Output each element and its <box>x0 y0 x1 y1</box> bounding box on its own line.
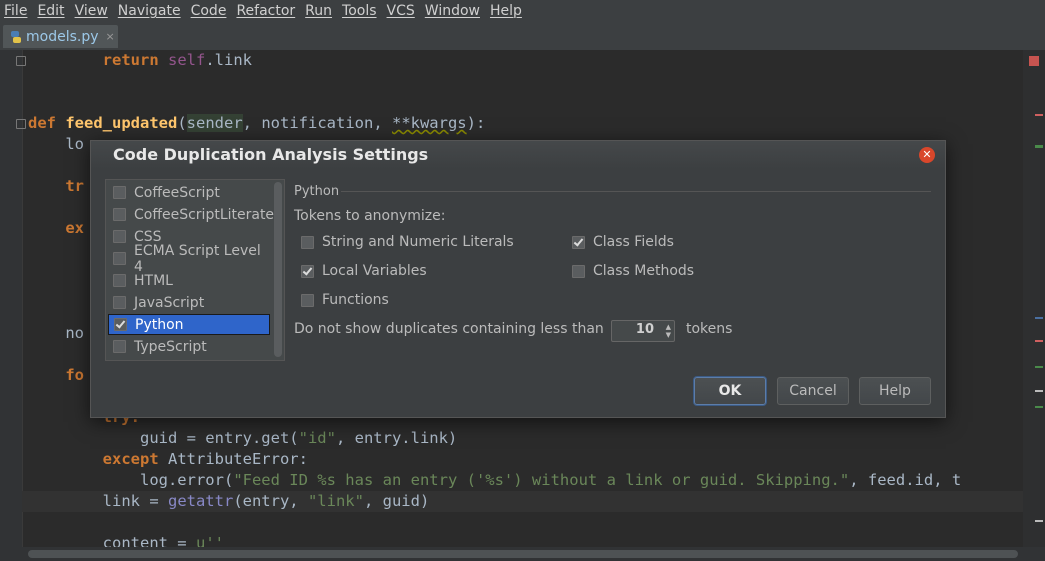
list-item-selected[interactable]: Python <box>108 314 270 335</box>
ok-button[interactable]: OK <box>694 377 766 405</box>
code-line: return self.link <box>102 51 252 69</box>
list-item[interactable]: HTML <box>108 270 268 291</box>
list-item[interactable]: ECMA Script Level 4 <box>108 243 268 275</box>
error-indicator-icon[interactable] <box>1029 56 1039 66</box>
checkbox[interactable] <box>113 296 126 309</box>
code-line: ex <box>65 219 84 237</box>
list-item[interactable]: TypeScript <box>108 336 268 357</box>
menu-refactor[interactable]: Refactor <box>231 3 300 19</box>
checkbox[interactable] <box>113 208 126 221</box>
help-button[interactable]: Help <box>859 377 931 405</box>
checkbox[interactable] <box>301 293 314 307</box>
menu-vcs[interactable]: VCS <box>382 3 420 19</box>
language-list[interactable]: CoffeeScript CoffeeScriptLiterate CSS EC… <box>105 179 285 361</box>
option-local-variables[interactable]: Local Variables <box>301 263 427 279</box>
dialog-title: Code Duplication Analysis Settings <box>113 145 429 164</box>
cancel-button[interactable]: Cancel <box>777 377 849 405</box>
checkbox[interactable] <box>572 235 585 249</box>
editor-tab-bar: models.py × <box>0 22 1045 51</box>
checkbox[interactable] <box>113 274 126 287</box>
tokens-label: Tokens to anonymize: <box>294 208 446 224</box>
checkbox[interactable] <box>113 186 126 199</box>
python-file-icon <box>9 30 23 44</box>
list-item[interactable]: JavaScript <box>108 292 268 313</box>
menu-help[interactable]: Help <box>485 3 527 19</box>
checkbox[interactable] <box>113 230 126 243</box>
dialog-titlebar[interactable]: Code Duplication Analysis Settings ✕ <box>91 141 945 169</box>
option-class-fields[interactable]: Class Fields <box>572 234 674 250</box>
checkbox[interactable] <box>113 340 126 353</box>
fold-marker-icon[interactable] <box>16 119 26 129</box>
close-icon[interactable]: ✕ <box>919 147 935 163</box>
code-line: log.error("Feed ID %s has an entry ('%s'… <box>139 471 962 489</box>
tokens-suffix: tokens <box>686 321 733 337</box>
option-string-numeric[interactable]: String and Numeric Literals <box>301 234 514 250</box>
stripe-marker[interactable] <box>1035 317 1043 319</box>
fold-marker-icon[interactable] <box>16 56 26 66</box>
stripe-marker[interactable] <box>1035 366 1043 368</box>
menu-code[interactable]: Code <box>186 3 232 19</box>
list-item[interactable]: CoffeeScriptLiterate <box>108 204 274 225</box>
close-icon[interactable]: × <box>106 30 115 43</box>
spinner-arrows-icon[interactable]: ▲ ▼ <box>666 323 671 339</box>
list-scrollbar[interactable] <box>274 182 282 357</box>
menu-file[interactable]: File <box>0 3 32 19</box>
stripe-marker[interactable] <box>1035 145 1043 148</box>
menu-tools[interactable]: Tools <box>337 3 382 19</box>
checkbox[interactable] <box>572 264 585 278</box>
checkbox[interactable] <box>113 252 126 265</box>
stripe-marker[interactable] <box>1035 520 1043 522</box>
code-line: tr <box>65 177 84 195</box>
menu-run[interactable]: Run <box>300 3 337 19</box>
code-line: fo <box>65 366 84 384</box>
code-line: no <box>65 324 84 342</box>
menu-edit[interactable]: Edit <box>32 3 69 19</box>
error-stripe[interactable] <box>1023 50 1045 547</box>
stripe-marker[interactable] <box>1035 406 1043 408</box>
stripe-marker[interactable] <box>1035 340 1043 342</box>
option-functions[interactable]: Functions <box>301 292 389 308</box>
menu-window[interactable]: Window <box>420 3 485 19</box>
code-line: except AttributeError: <box>102 450 308 468</box>
menu-view[interactable]: View <box>70 3 113 19</box>
stripe-marker[interactable] <box>1035 114 1043 116</box>
tab-models-py[interactable]: models.py × <box>3 25 118 48</box>
checkbox[interactable] <box>301 264 314 278</box>
horizontal-scrollbar[interactable] <box>0 547 1045 561</box>
code-line: lo <box>65 135 84 153</box>
code-line: link = getattr(entry, "link", guid) <box>102 492 430 510</box>
min-tokens-spinner[interactable]: 10 ▲ ▼ <box>611 320 675 342</box>
code-line: guid = entry.get("id", entry.link) <box>139 429 458 447</box>
scrollbar-thumb[interactable] <box>28 550 1018 558</box>
menu-bar: File Edit View Navigate Code Refactor Ru… <box>0 0 1045 22</box>
min-tokens-value: 10 <box>635 322 654 337</box>
stripe-marker[interactable] <box>1035 390 1043 392</box>
checkbox[interactable] <box>114 318 127 331</box>
menu-navigate[interactable]: Navigate <box>113 3 186 19</box>
tab-label: models.py <box>26 28 99 45</box>
list-item[interactable]: CoffeeScript <box>108 182 268 203</box>
section-title: Python <box>294 184 340 199</box>
checkbox[interactable] <box>301 235 314 249</box>
code-line: def feed_updated(sender, notification, *… <box>28 114 486 132</box>
option-class-methods[interactable]: Class Methods <box>572 263 694 279</box>
min-duplicates-label: Do not show duplicates containing less t… <box>294 321 604 337</box>
section-divider <box>341 191 931 192</box>
code-duplication-dialog: Code Duplication Analysis Settings ✕ Cof… <box>90 140 946 418</box>
